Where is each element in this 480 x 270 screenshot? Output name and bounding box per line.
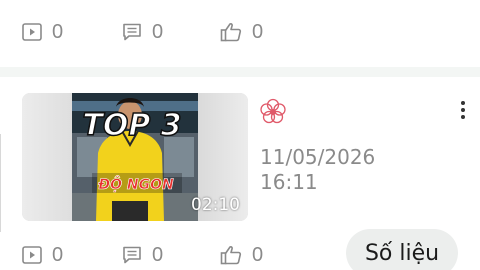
more-options-icon[interactable]: [455, 100, 471, 120]
comments-stat-bottom: 0: [122, 235, 163, 270]
section-divider: [0, 67, 480, 77]
comments-count: 0: [152, 244, 164, 266]
svg-text:ĐỘ NGON: ĐỘ NGON: [97, 176, 174, 193]
left-edge-rule: [0, 134, 4, 232]
likes-count: 0: [252, 244, 264, 266]
play-icon: [22, 246, 42, 264]
publish-time: 16:11: [260, 170, 318, 194]
thumbnail-image: TOP 3 ĐỘ NGON: [72, 93, 198, 221]
likes-stat-bottom: 0: [220, 235, 263, 270]
views-stat: 0: [22, 12, 63, 52]
views-count: 0: [52, 244, 64, 266]
stats-button[interactable]: Số liệu: [346, 229, 458, 270]
publish-datetime: 11/05/2026 16:11: [260, 145, 375, 195]
publish-date: 11/05/2026: [260, 145, 376, 169]
more-dot: [461, 101, 465, 105]
comments-stat: 0: [122, 12, 163, 52]
more-dot: [461, 115, 465, 119]
more-dot: [461, 108, 465, 112]
likes-stat: 0: [220, 12, 263, 52]
video-duration: 02:10: [191, 195, 240, 215]
thumbs-up-icon: [220, 246, 242, 265]
comment-icon: [123, 23, 141, 41]
comments-count: 0: [152, 21, 164, 43]
likes-count: 0: [252, 21, 264, 43]
video-list-page: 0 0 0 TOP 3 ĐỘ NGON 02:10 11/05/2026 16:…: [0, 0, 480, 270]
flower-logo-icon: [260, 98, 286, 124]
comment-icon: [123, 246, 141, 264]
thumbs-up-icon: [220, 23, 242, 42]
play-icon: [22, 23, 42, 41]
views-stat-bottom: 0: [22, 235, 63, 270]
thumbnail-blur-left: [22, 93, 72, 221]
channel-logo[interactable]: [257, 96, 289, 133]
video-thumbnail[interactable]: TOP 3 ĐỘ NGON 02:10: [22, 93, 248, 221]
svg-text:TOP 3: TOP 3: [82, 108, 181, 143]
views-count: 0: [52, 21, 64, 43]
